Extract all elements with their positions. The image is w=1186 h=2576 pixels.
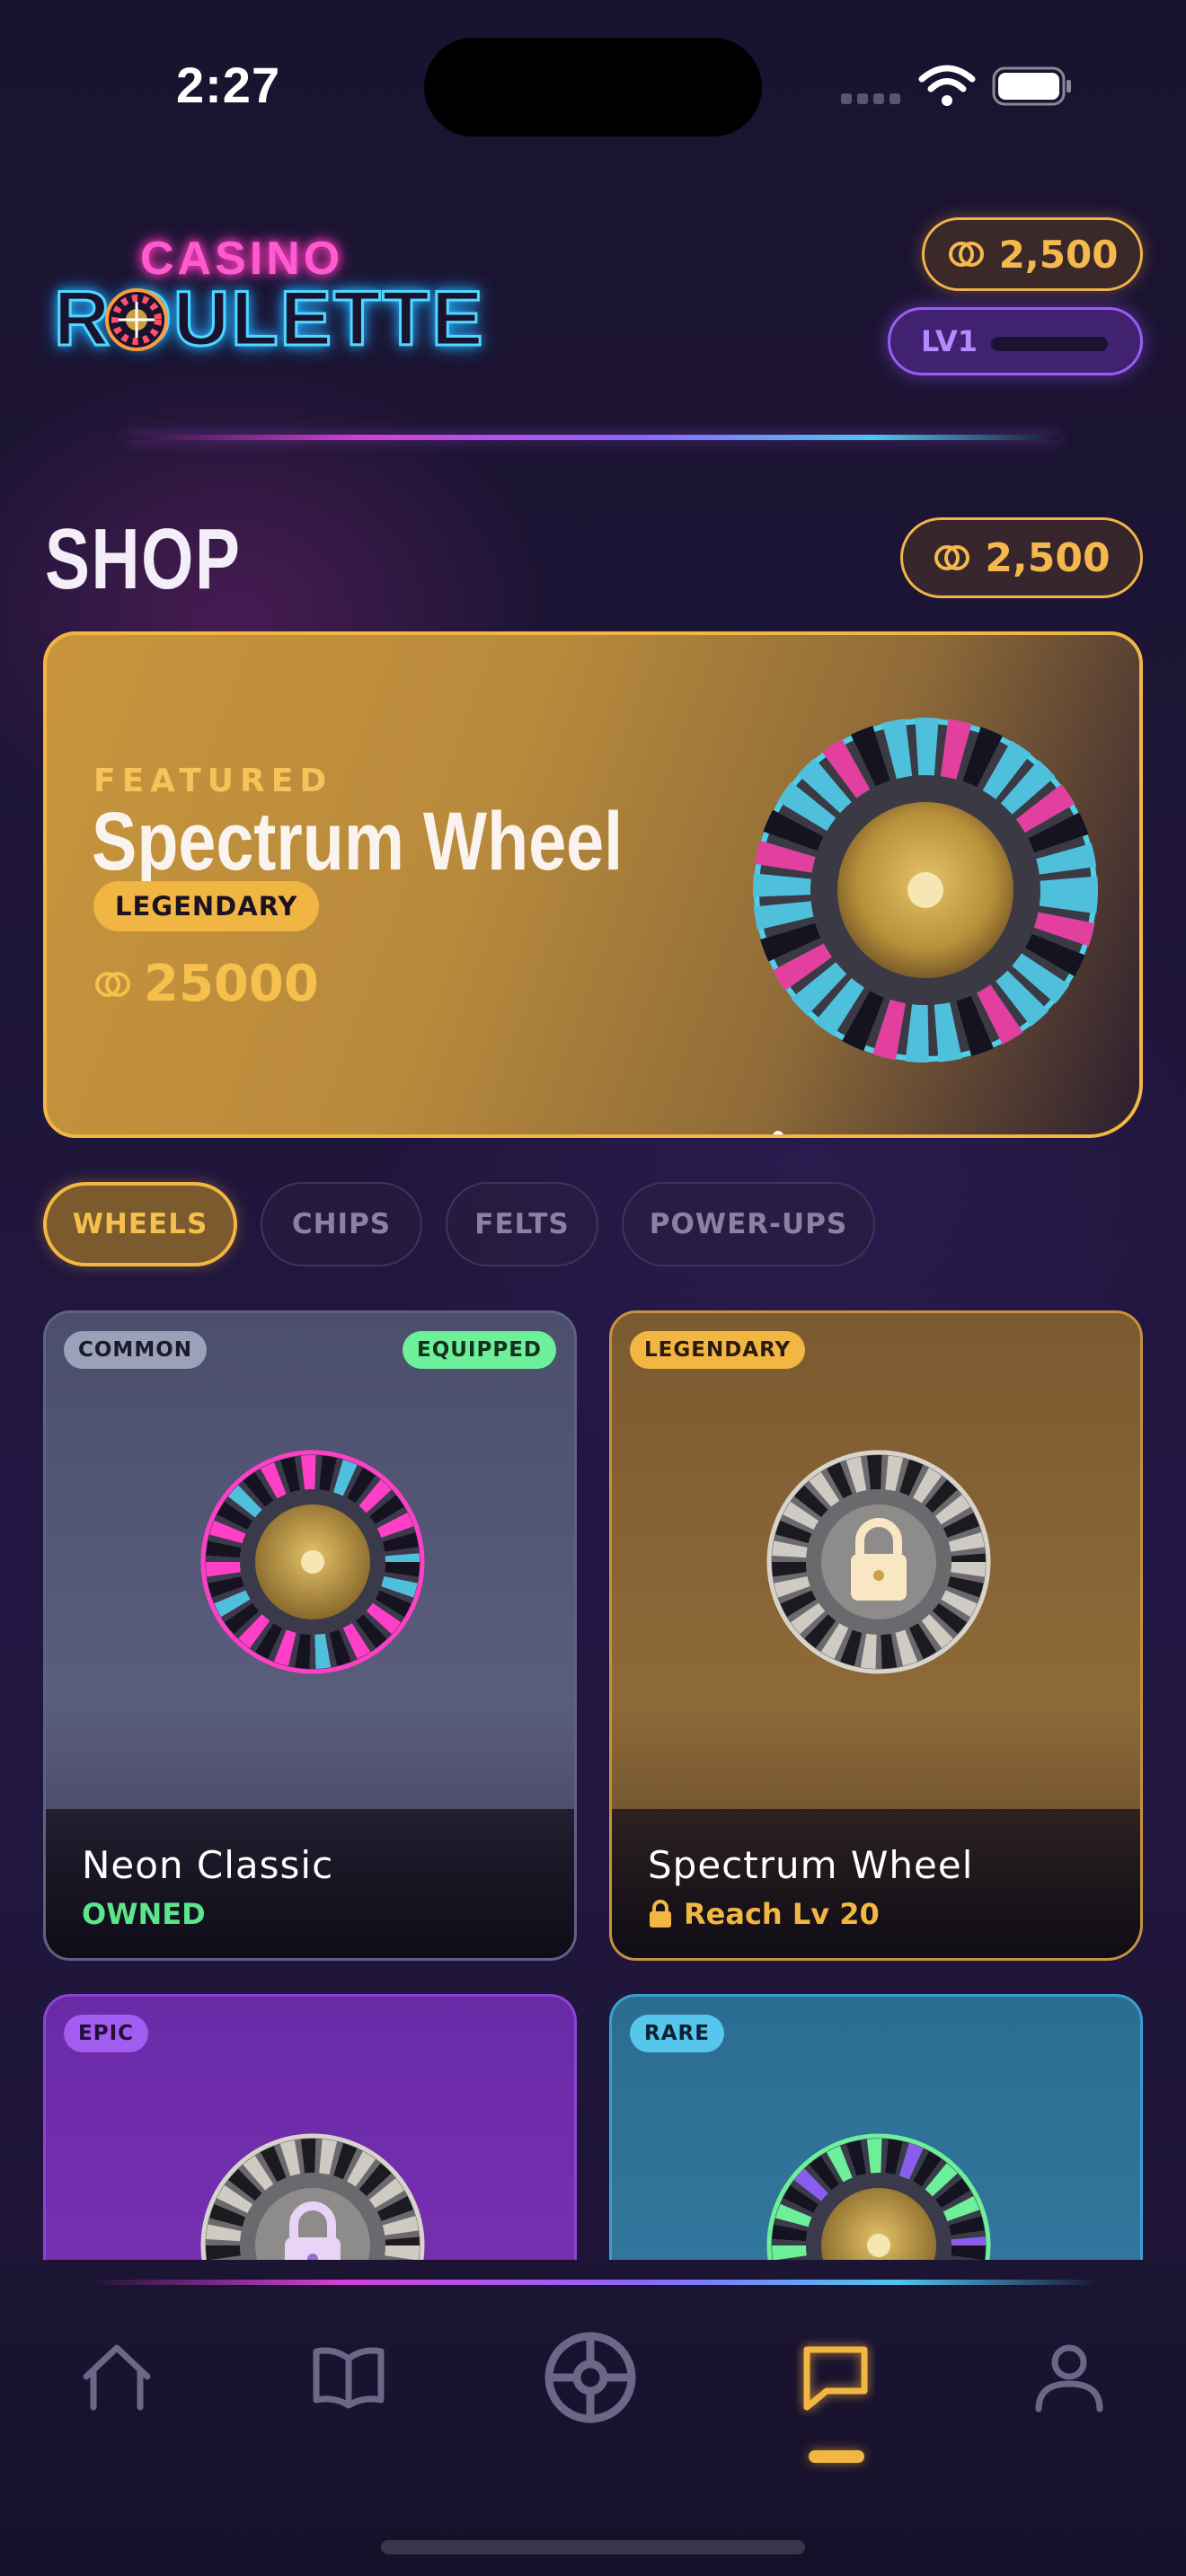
neon-classic-wheel-icon: [200, 1450, 425, 1674]
card-footer: Spectrum Wheel Reach Lv 20: [612, 1809, 1140, 1958]
featured-price-amount: 25000: [144, 955, 319, 1013]
rarity-badge: LEGENDARY: [630, 1331, 806, 1369]
lock-icon: [650, 1900, 671, 1928]
profile-icon[interactable]: [1030, 2337, 1109, 2416]
active-tab-indicator: [809, 2450, 864, 2463]
carousel-indicator[interactable]: [773, 1131, 783, 1134]
nav-divider: [86, 2280, 1100, 2285]
level-progress-bar: [991, 337, 1108, 351]
unlock-requirement-text: Reach Lv 20: [684, 1897, 880, 1931]
level-label: LV1: [921, 324, 978, 358]
card-footer: Neon Classic OWNED: [46, 1809, 574, 1958]
tab-power-ups[interactable]: POWER-UPS: [622, 1182, 875, 1266]
coin-icon: [948, 242, 984, 267]
item-name: Spectrum Wheel: [648, 1843, 974, 1887]
shop-item-card[interactable]: LEGENDARY Spectrum Wheel Reach Lv 20: [609, 1310, 1143, 1961]
locked-wheel-icon: [766, 1450, 991, 1674]
wheel-icon[interactable]: [543, 2330, 638, 2425]
featured-item-name: Spectrum Wheel: [92, 796, 624, 887]
featured-rarity-badge: LEGENDARY: [93, 881, 320, 931]
book-icon[interactable]: [309, 2337, 388, 2416]
rarity-badge: RARE: [630, 2015, 724, 2052]
coin-icon: [95, 971, 130, 997]
tab-felts[interactable]: FELTS: [446, 1182, 598, 1266]
status-time: 2:27: [176, 57, 281, 113]
home-icon[interactable]: [77, 2337, 156, 2416]
item-name: Neon Classic: [82, 1843, 334, 1887]
signal-icon: [841, 93, 904, 106]
header-coin-amount: 2,500: [998, 232, 1119, 277]
header-coin-balance[interactable]: 2,500: [922, 217, 1143, 291]
rarity-badge: COMMON: [64, 1331, 208, 1369]
level-progress-pill[interactable]: LV1: [888, 307, 1143, 375]
app-logo: CASINO ROULETTE: [52, 232, 483, 364]
shop-coin-balance[interactable]: 2,500: [900, 517, 1143, 598]
featured-price: 25000: [93, 955, 319, 1013]
equipped-badge: EQUIPPED: [402, 1331, 556, 1369]
tab-wheels[interactable]: WHEELS: [43, 1182, 237, 1266]
shop-icon[interactable]: [796, 2337, 875, 2416]
header-divider: [126, 435, 1060, 440]
spectrum-wheel-icon: [753, 718, 1098, 1063]
shop-item-card[interactable]: COMMON EQUIPPED Neon Classic OWNED: [43, 1310, 577, 1961]
item-status: OWNED: [82, 1897, 206, 1931]
rarity-badge: EPIC: [64, 2015, 149, 2052]
battery-icon: [992, 66, 1071, 106]
dynamic-island: [424, 38, 762, 137]
roulette-wheel-icon: [105, 288, 168, 351]
shop-coin-amount: 2,500: [985, 534, 1111, 581]
coin-icon: [934, 545, 970, 570]
page-title: SHOP: [45, 511, 242, 607]
item-unlock-requirement: Reach Lv 20: [648, 1897, 880, 1931]
wifi-icon: [918, 65, 976, 106]
home-indicator[interactable]: [381, 2540, 805, 2554]
featured-label: FEATURED: [93, 763, 333, 799]
tab-chips[interactable]: CHIPS: [261, 1182, 422, 1266]
featured-item-card[interactable]: FEATURED Spectrum Wheel LEGENDARY 25000: [43, 631, 1143, 1138]
